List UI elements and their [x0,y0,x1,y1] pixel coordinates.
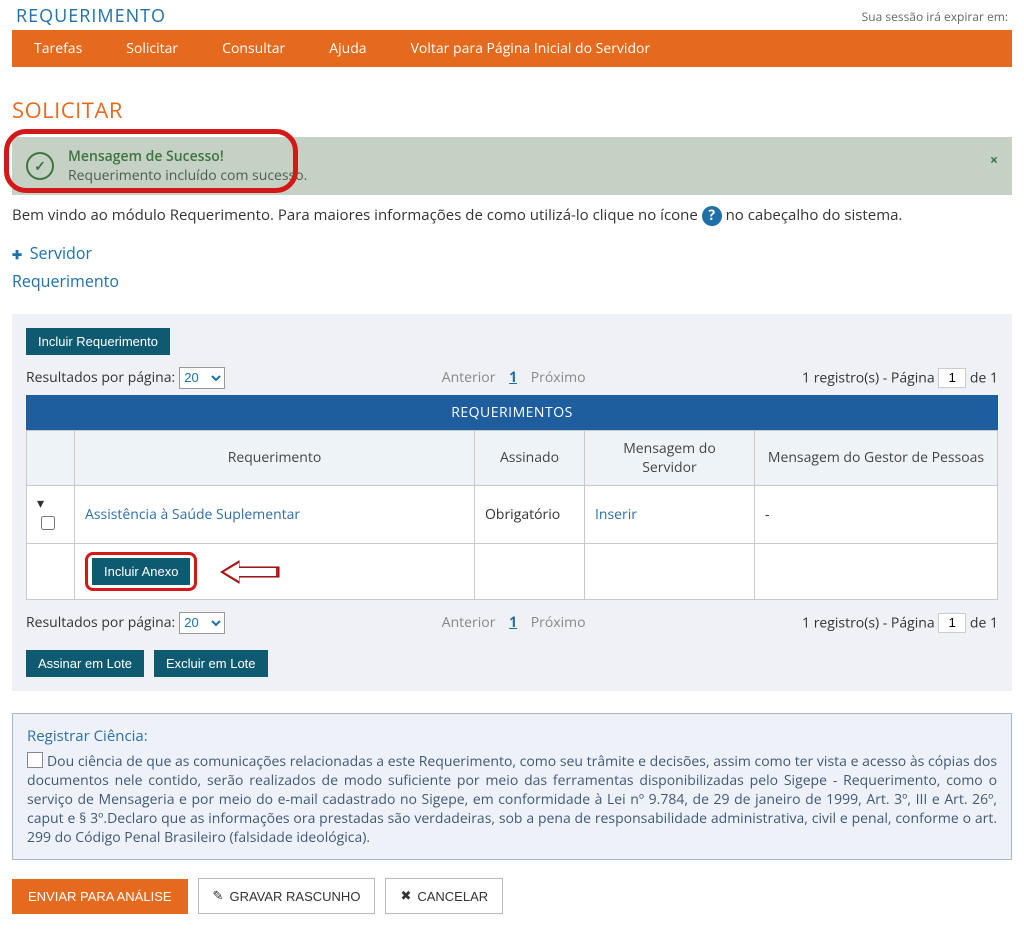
gravar-rascunho-label: GRAVAR RASCUNHO [229,889,360,904]
pager-summary-suffix-bottom: de 1 [970,613,998,632]
enviar-analise-button[interactable]: ENVIAR PARA ANÁLISE [12,879,188,914]
cancelar-label: CANCELAR [417,889,488,904]
pager-current-page-bottom[interactable]: 1 [509,613,517,632]
inserir-msg-servidor-link[interactable]: Inserir [595,505,637,524]
servidor-section-toggle[interactable]: ✚ Servidor [12,242,1012,264]
app-title: REQUERIMENTO [16,4,166,28]
session-expiry-text: Sua sessão irá expirar em: [862,8,1008,25]
nav-item-voltar[interactable]: Voltar para Página Inicial do Servidor [389,30,673,67]
pager-summary-suffix: de 1 [970,368,998,387]
page-number-input[interactable] [938,368,966,388]
rpp-select-bottom[interactable]: 20 [179,612,225,634]
expand-plus-icon: ✚ [12,246,22,263]
annotation-highlight-anexo: Incluir Anexo [85,552,197,591]
cancel-x-icon: ✖ [400,888,411,904]
gravar-rascunho-button[interactable]: ✎ GRAVAR RASCUNHO [198,878,376,914]
col-assinado: Assinado [475,430,585,485]
pager-summary-prefix: 1 registro(s) - Página [802,368,938,387]
pager-current-page[interactable]: 1 [509,368,517,387]
footer-actions: ENVIAR PARA ANÁLISE ✎ GRAVAR RASCUNHO ✖ … [12,878,1012,914]
nav-item-ajuda[interactable]: Ajuda [307,30,388,67]
pager-prev[interactable]: Anterior [442,368,496,387]
requerimentos-table: Requerimento Assinado Mensagem do Servid… [26,430,998,600]
table-band-header: REQUERIMENTOS [26,395,998,430]
header-bar: REQUERIMENTO Sua sessão irá expirar em: [12,0,1012,30]
col-msg-servidor: Mensagem do Servidor [585,430,755,485]
incluir-requerimento-button[interactable]: Incluir Requerimento [26,328,170,355]
annotation-arrow-icon [221,559,281,585]
save-icon: ✎ [213,888,224,904]
rpp-select[interactable]: 20 [179,367,225,389]
excluir-lote-button[interactable]: Excluir em Lote [154,650,268,677]
incluir-anexo-button[interactable]: Incluir Anexo [92,558,190,585]
table-header-row: Requerimento Assinado Mensagem do Servid… [27,430,998,485]
close-icon[interactable]: × [990,151,998,170]
cell-msg-gestor: - [755,485,998,543]
welcome-help-line: Bem vindo ao módulo Requerimento. Para m… [12,205,1012,226]
table-row-expanded: Incluir Anexo [27,543,998,599]
help-line-suffix: no cabeçalho do sistema. [726,205,903,225]
pager-next[interactable]: Próximo [531,368,586,387]
nav-item-consultar[interactable]: Consultar [200,30,307,67]
servidor-label: Servidor [30,242,92,264]
col-requerimento: Requerimento [75,430,475,485]
requerimento-section-title: Requerimento [12,270,1012,292]
page-number-input-bottom[interactable] [938,613,966,633]
success-banner-wrapper: ✓ Mensagem de Sucesso! Requerimento incl… [12,137,1012,195]
cancelar-button[interactable]: ✖ CANCELAR [385,878,503,914]
help-question-icon[interactable]: ? [702,206,722,226]
success-texts: Mensagem de Sucesso! Requerimento incluí… [68,147,307,185]
assinar-lote-button[interactable]: Assinar em Lote [26,650,144,677]
page-title: SOLICITAR [12,95,1012,125]
requerimento-link[interactable]: Assistência à Saúde Suplementar [85,505,300,524]
pager-next-bottom[interactable]: Próximo [531,613,586,632]
requerimento-panel: Incluir Requerimento Resultados por pági… [12,314,1012,691]
col-msg-gestor: Mensagem do Gestor de Pessoas [755,430,998,485]
ciencia-text: Dou ciência de que as comunicações relac… [27,752,997,847]
ciencia-checkbox[interactable] [27,752,43,768]
ciencia-title: Registrar Ciência: [27,726,997,746]
registrar-ciencia-box: Registrar Ciência: Dou ciência de que as… [12,713,1012,860]
pager-bottom: Resultados por página: 20 Anterior 1 Pró… [26,612,998,634]
success-title: Mensagem de Sucesso! [68,147,307,166]
row-expand-caret-icon[interactable]: ▾ [37,494,47,513]
success-banner: ✓ Mensagem de Sucesso! Requerimento incl… [12,137,1012,195]
success-message: Requerimento incluído com sucesso. [68,166,307,185]
success-check-icon: ✓ [26,152,54,180]
help-line-prefix: Bem vindo ao módulo Requerimento. Para m… [12,205,702,225]
cell-assinado: Obrigatório [475,485,585,543]
col-expand [27,430,75,485]
table-row: ▾ Assistência à Saúde Suplementar Obriga… [27,485,998,543]
nav-item-solicitar[interactable]: Solicitar [104,30,200,67]
pager-prev-bottom[interactable]: Anterior [442,613,496,632]
row-checkbox[interactable] [41,516,55,530]
pager-top: Resultados por página: 20 Anterior 1 Pró… [26,367,998,389]
rpp-label-bottom: Resultados por página: [26,613,175,632]
main-nav: Tarefas Solicitar Consultar Ajuda Voltar… [12,30,1012,67]
rpp-label: Resultados por página: [26,368,175,387]
lote-actions: Assinar em Lote Excluir em Lote [26,650,998,677]
nav-item-tarefas[interactable]: Tarefas [12,30,104,67]
pager-summary-prefix-bottom: 1 registro(s) - Página [802,613,938,632]
